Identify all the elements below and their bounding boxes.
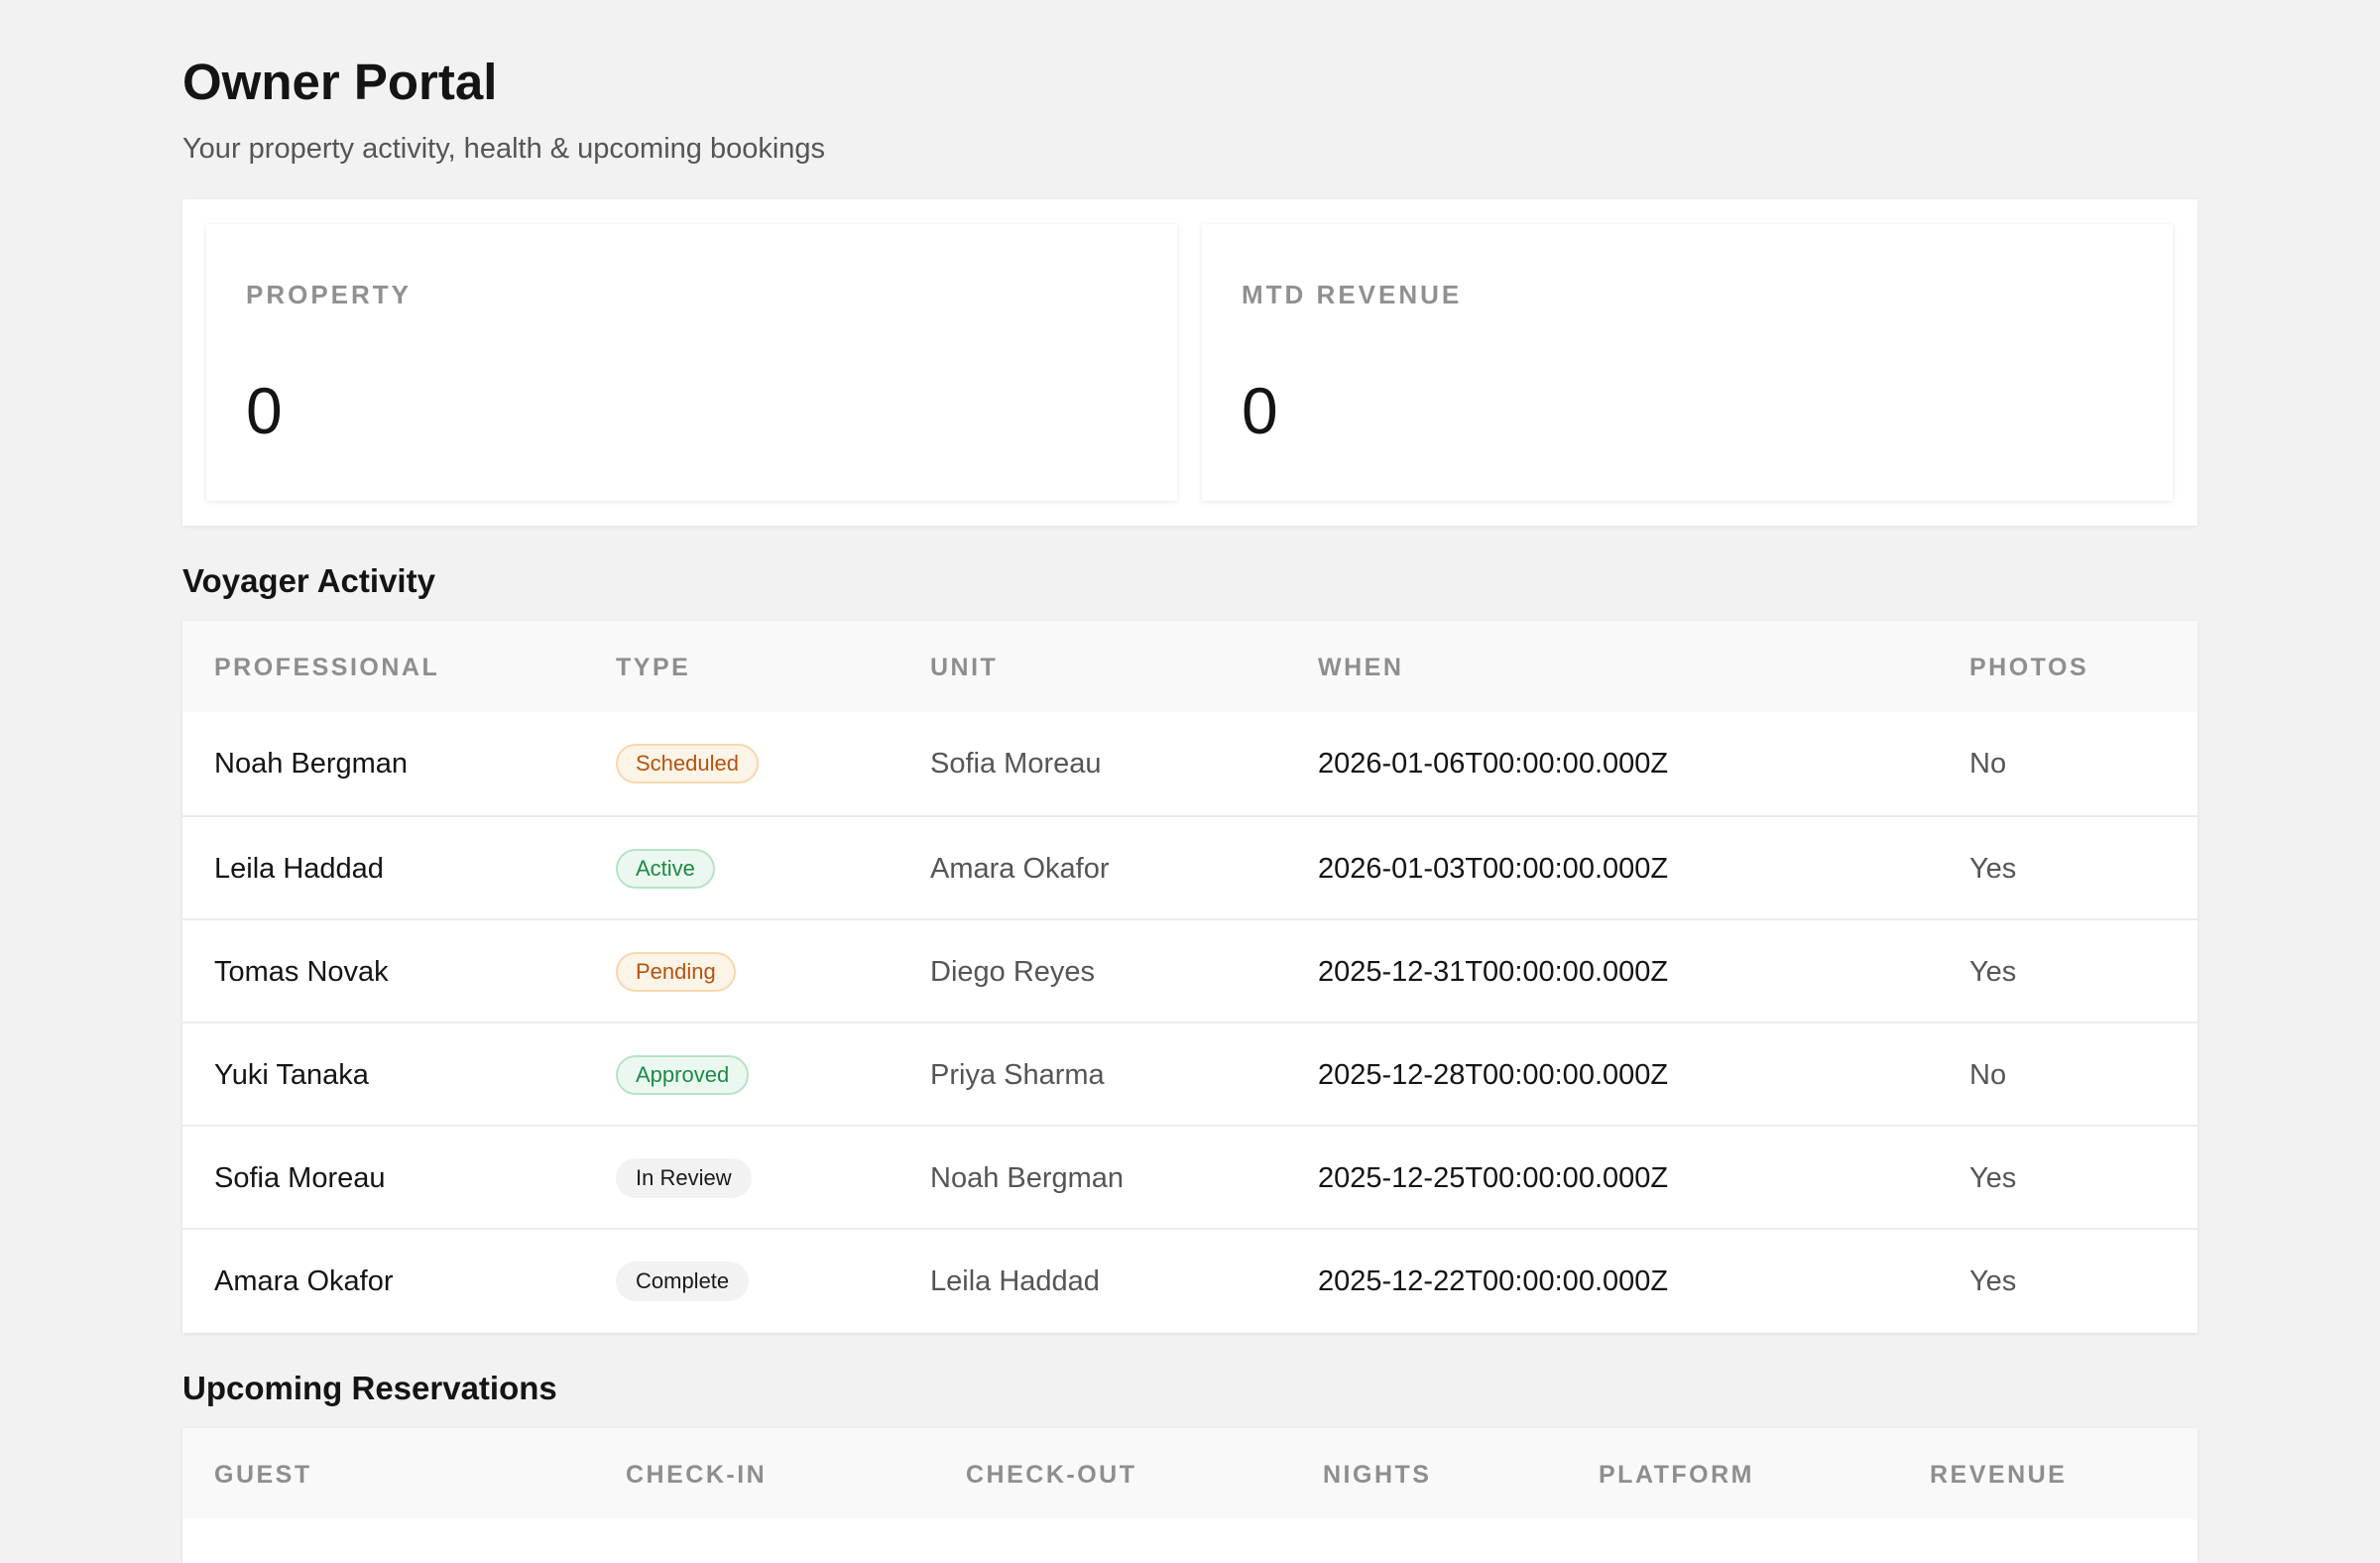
cell-unit: Amara Okafor — [930, 853, 1110, 885]
stat-value: 0 — [1242, 374, 1278, 447]
status-badge: Pending — [616, 952, 736, 992]
table-row[interactable]: Amara Okafor Complete Leila Haddad 2025-… — [182, 1228, 2198, 1333]
cell-unit: Diego Reyes — [930, 956, 1096, 988]
cell-professional: Yuki Tanaka — [214, 1059, 369, 1091]
column-header-nights[interactable]: NIGHTS — [1323, 1460, 1431, 1490]
cell-unit: Priya Sharma — [930, 1059, 1105, 1091]
reservations-table-header: GUEST CHECK-IN CHECK-OUT NIGHTS PLATFORM… — [182, 1428, 2198, 1519]
column-header-revenue[interactable]: REVENUE — [1930, 1460, 2067, 1490]
table-row[interactable]: Tomas Novak Pending Diego Reyes 2025-12-… — [182, 918, 2198, 1023]
cell-professional: Noah Bergman — [214, 748, 409, 780]
cell-when: 2025-12-25T00:00:00.000Z — [1318, 1162, 1669, 1194]
table-row[interactable]: Yuki Tanaka Approved Priya Sharma 2025-1… — [182, 1022, 2198, 1127]
column-header-check-out[interactable]: CHECK-OUT — [966, 1460, 1137, 1490]
table-row[interactable]: Sofia Moreau In Review Noah Bergman 2025… — [182, 1125, 2198, 1230]
stat-label: MTD REVENUE — [1242, 280, 1463, 309]
column-header-professional[interactable]: PROFESSIONAL — [214, 653, 439, 682]
cell-unit: Leila Haddad — [930, 1265, 1100, 1297]
column-header-platform[interactable]: PLATFORM — [1599, 1460, 1754, 1490]
reservations-table: GUEST CHECK-IN CHECK-OUT NIGHTS PLATFORM… — [182, 1428, 2198, 1563]
status-badge: Approved — [616, 1055, 750, 1095]
column-header-photos[interactable]: PHOTOS — [1969, 653, 2088, 682]
cell-professional: Leila Haddad — [214, 853, 384, 885]
column-header-unit[interactable]: UNIT — [930, 653, 998, 682]
activity-table: PROFESSIONAL TYPE UNIT WHEN PHOTOS Noah … — [182, 621, 2198, 1333]
reservations-section-title: Upcoming Reservations — [182, 1370, 557, 1406]
page-title: Owner Portal — [182, 54, 498, 110]
stat-label: PROPERTY — [246, 280, 413, 309]
cell-photos: Yes — [1969, 1162, 2017, 1194]
cell-when: 2026-01-03T00:00:00.000Z — [1318, 853, 1669, 885]
cell-when: 2026-01-06T00:00:00.000Z — [1318, 748, 1669, 780]
cell-professional: Sofia Moreau — [214, 1162, 386, 1194]
cell-photos: No — [1969, 1059, 2007, 1091]
column-header-check-in[interactable]: CHECK-IN — [626, 1460, 767, 1490]
stat-value: 0 — [246, 374, 283, 447]
page-subtitle: Your property activity, health & upcomin… — [182, 133, 826, 165]
cell-photos: Yes — [1969, 956, 2017, 988]
cell-photos: Yes — [1969, 853, 2017, 885]
status-badge: Complete — [616, 1262, 750, 1301]
cell-when: 2025-12-28T00:00:00.000Z — [1318, 1059, 1669, 1091]
column-header-when[interactable]: WHEN — [1318, 653, 1403, 682]
status-badge: Scheduled — [616, 744, 759, 783]
status-badge: In Review — [616, 1158, 752, 1198]
activity-table-header: PROFESSIONAL TYPE UNIT WHEN PHOTOS — [182, 621, 2198, 712]
stat-card-mtd-revenue: MTD REVENUE 0 — [1202, 224, 2173, 501]
cell-unit: Sofia Moreau — [930, 748, 1102, 780]
cell-when: 2025-12-31T00:00:00.000Z — [1318, 956, 1669, 988]
cell-professional: Amara Okafor — [214, 1265, 394, 1297]
cell-photos: No — [1969, 748, 2007, 780]
table-row[interactable]: Noah Bergman Scheduled Sofia Moreau 2026… — [182, 712, 2198, 815]
cell-professional: Tomas Novak — [214, 956, 389, 988]
column-header-guest[interactable]: GUEST — [214, 1460, 312, 1490]
cell-photos: Yes — [1969, 1265, 2017, 1297]
table-row[interactable]: Leila Haddad Active Amara Okafor 2026-01… — [182, 815, 2198, 920]
stat-card-property: PROPERTY 0 — [206, 224, 1177, 501]
activity-section-title: Voyager Activity — [182, 562, 435, 599]
cell-unit: Noah Bergman — [930, 1162, 1125, 1194]
status-badge: Active — [616, 849, 715, 889]
column-header-type[interactable]: TYPE — [616, 653, 690, 682]
cell-when: 2025-12-22T00:00:00.000Z — [1318, 1265, 1669, 1297]
stats-panel: PROPERTY 0 MTD REVENUE 0 — [182, 199, 2198, 526]
